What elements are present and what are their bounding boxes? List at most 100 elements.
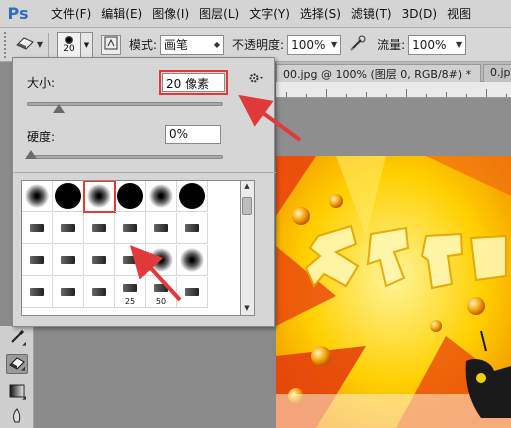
brush-preset-cell[interactable] [177, 277, 208, 308]
hard-round-brush-icon [179, 183, 205, 209]
brush-preset-preview[interactable]: 20 [57, 31, 81, 58]
brush-tip-icon [154, 284, 168, 292]
soft-round-brush-icon [87, 184, 111, 208]
flow-field[interactable]: 100% ▼ [408, 34, 467, 55]
brush-size-number: 50 [155, 297, 167, 306]
chevron-down-icon: ▼ [36, 40, 44, 49]
brush-preset-cell[interactable] [53, 245, 84, 276]
menu-file[interactable]: 文件(F) [46, 5, 96, 22]
brush-preset-cell[interactable] [53, 277, 84, 308]
brush-preset-cell-selected[interactable] [83, 181, 116, 213]
menu-select[interactable]: 选择(S) [295, 5, 346, 22]
menu-filter[interactable]: 滤镜(T) [346, 5, 397, 22]
divider [48, 32, 49, 57]
eraser-icon [15, 36, 35, 53]
chevron-down-icon: ▼ [455, 40, 463, 49]
brush-size-number: 25 [124, 297, 136, 306]
brush-preset-cell[interactable]: 50 [146, 277, 177, 308]
flow-label: 流量: [377, 38, 406, 52]
brush-tip-icon [61, 256, 75, 264]
airbrush-toggle[interactable] [347, 35, 369, 55]
brush-panel-toggle-button[interactable] [101, 34, 121, 55]
brush-preset-cell[interactable] [84, 277, 115, 308]
menu-layer[interactable]: 图层(L) [194, 5, 244, 22]
hard-round-brush-icon [55, 183, 81, 209]
smudge-tool[interactable] [6, 406, 28, 426]
document-image[interactable] [276, 156, 511, 428]
soft-round-brush-icon [149, 184, 173, 208]
menu-type[interactable]: 文字(Y) [244, 5, 295, 22]
close-icon[interactable]: × [479, 70, 480, 81]
eraser-tool[interactable]: ◢ [6, 354, 28, 374]
mode-label: 模式: [129, 38, 158, 52]
brush-tip-icon [123, 256, 137, 264]
menu-image[interactable]: 图像(I) [147, 5, 194, 22]
scroll-up-icon[interactable]: ▲ [241, 182, 253, 192]
options-bar-grip[interactable] [4, 31, 10, 58]
opacity-label: 不透明度: [232, 38, 285, 52]
brush-preset-cell[interactable] [146, 245, 177, 276]
tools-panel: ◢ ◢ ◢ [0, 326, 34, 428]
brush-preset-cell[interactable] [177, 245, 208, 276]
document-tab[interactable]: 0.jpg [483, 64, 511, 82]
brush-preset-cell[interactable] [22, 245, 53, 276]
brush-presets-scrollbar[interactable]: ▲ ▼ [241, 180, 255, 316]
scrollbar-thumb[interactable] [242, 197, 252, 215]
document-canvas-area[interactable] [276, 98, 511, 428]
brush-preset-cell[interactable] [22, 213, 53, 244]
scroll-down-icon[interactable]: ▼ [241, 304, 253, 314]
size-slider-thumb[interactable] [52, 104, 65, 113]
brush-tip-icon [92, 256, 106, 264]
size-label: 大小: [27, 76, 56, 90]
hardness-label: 硬度: [27, 130, 56, 144]
brush-tip-icon [65, 35, 73, 44]
soft-round-brush-icon [149, 248, 173, 272]
hardness-slider[interactable] [27, 155, 223, 159]
brush-preset-cell[interactable] [115, 181, 146, 212]
brush-preset-cell[interactable] [22, 181, 53, 212]
poster-artwork [276, 156, 511, 428]
brush-preset-cell[interactable] [84, 245, 115, 276]
menu-3d[interactable]: 3D(D) [397, 7, 442, 21]
chevron-down-icon: ▼ [330, 40, 338, 49]
size-input[interactable]: 20 像素 [159, 70, 228, 95]
brush-tip-icon [61, 288, 75, 296]
tool-preset-picker[interactable]: ▼ [15, 34, 44, 56]
brush-preset-cell[interactable] [115, 245, 146, 276]
history-brush-tool[interactable]: ◢ [6, 328, 28, 348]
brush-preset-cell[interactable] [115, 213, 146, 244]
hard-round-brush-icon [117, 183, 143, 209]
menu-edit[interactable]: 编辑(E) [96, 5, 147, 22]
mode-value: 画笔 [164, 38, 189, 52]
brush-tip-icon [92, 288, 106, 296]
brush-preset-cell[interactable] [177, 181, 208, 212]
brush-preset-cell[interactable] [84, 213, 115, 244]
brush-preset-picker-panel: 大小: 20 像素 硬度: 0% 25 50 ▲ ▼ [12, 57, 276, 327]
brush-preset-dropdown[interactable]: ▼ [81, 31, 93, 58]
brush-tip-icon [123, 224, 137, 232]
brush-preset-cell[interactable] [146, 181, 177, 212]
tab-title: 00.jpg @ 100% (图层 0, RGB/8#) * [283, 68, 472, 81]
document-tab-active[interactable]: 00.jpg @ 100% (图层 0, RGB/8#) * × [276, 64, 481, 82]
soft-round-brush-icon [180, 248, 204, 272]
opacity-field[interactable]: 100% ▼ [287, 34, 342, 55]
brush-preset-cell[interactable]: 25 [115, 277, 146, 308]
gear-icon [249, 72, 265, 87]
brush-preset-cell[interactable] [53, 181, 84, 212]
photoshop-logo: Ps [7, 4, 29, 23]
hardness-slider-thumb[interactable] [25, 150, 37, 159]
brush-panel-toggle-icon [104, 36, 118, 53]
brush-preset-cell[interactable] [53, 213, 84, 244]
menu-view[interactable]: 视图 [442, 5, 476, 22]
opacity-value: 100% [291, 37, 326, 52]
panel-menu-button[interactable] [247, 71, 267, 87]
flow-value: 100% [412, 37, 447, 52]
hardness-input[interactable]: 0% [165, 125, 221, 144]
tab-title: 0.jpg [490, 66, 511, 79]
brush-preset-cell[interactable] [177, 213, 208, 244]
gradient-tool[interactable]: ◢ [6, 382, 28, 402]
mode-select[interactable]: 画笔 ◆ [160, 34, 225, 55]
brush-preset-cell[interactable] [146, 213, 177, 244]
brush-tip-icon [30, 256, 44, 264]
brush-preset-cell[interactable] [22, 277, 53, 308]
